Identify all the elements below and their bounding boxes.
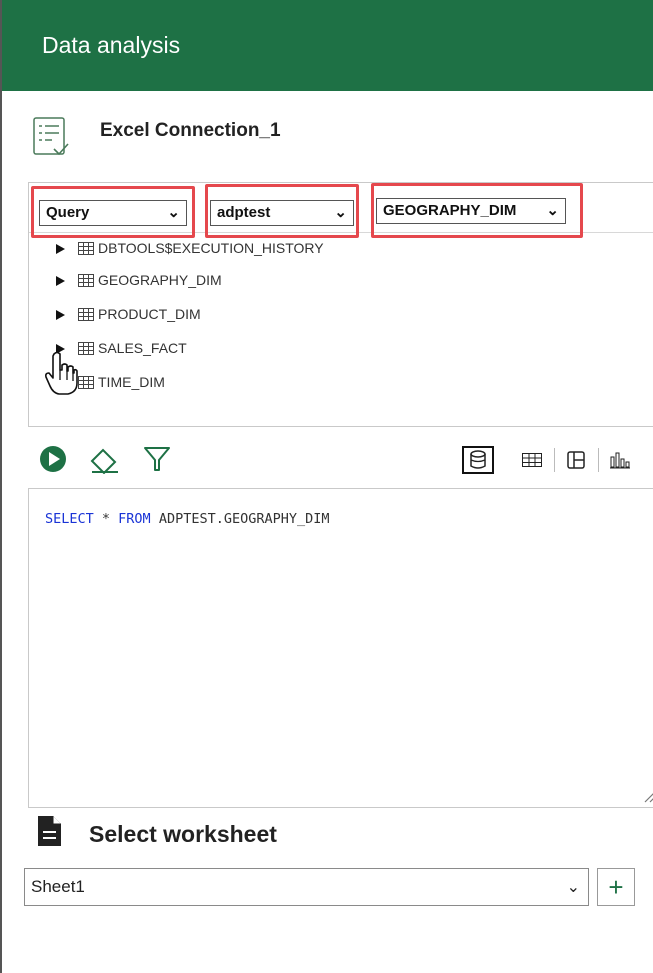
tree-item-label: DBTOOLS$EXECUTION_HISTORY [98,240,324,256]
chart-view-button[interactable] [604,446,636,474]
connection-header: Excel Connection_1 [30,112,630,162]
table-grid-icon [78,308,94,321]
worksheet-header: Select worksheet [36,815,596,855]
tree-item-label: GEOGRAPHY_DIM [98,272,222,288]
sql-token: ADPTEST.GEOGRAPHY_DIM [150,511,330,527]
eraser-icon[interactable] [88,444,120,474]
connection-list-icon [33,117,69,156]
expand-arrow-icon[interactable] [56,276,65,286]
sql-keyword: SELECT [45,511,94,527]
highlight-box-schema [205,184,359,238]
worksheet-title: Select worksheet [89,821,277,847]
sql-text: SELECT * FROM ADPTEST.GEOGRAPHY_DIM [45,511,330,527]
expand-arrow-icon[interactable] [56,310,65,320]
tree-item-label: TIME_DIM [98,374,165,390]
hand-cursor-icon [45,351,78,395]
sql-editor[interactable]: SELECT * FROM ADPTEST.GEOGRAPHY_DIM [28,488,653,808]
sql-token: * [93,511,119,527]
tree-item-label: PRODUCT_DIM [98,306,201,322]
divider [598,448,599,472]
filter-icon[interactable] [142,444,172,474]
database-view-button[interactable] [462,446,494,474]
table-grid-icon [78,242,94,255]
sql-keyword: FROM [118,511,151,527]
database-view-icon [470,450,486,469]
query-toolbar [28,440,653,480]
highlight-box-table [371,183,583,238]
layout-view-button[interactable] [560,446,592,474]
table-view-icon [522,453,542,467]
document-icon [38,816,61,846]
chevron-down-icon: ⌄ [566,879,580,896]
table-grid-icon [78,274,94,287]
tree-item-label: SALES_FACT [98,340,187,356]
resize-handle-icon[interactable] [643,789,653,803]
highlight-box-mode [31,186,195,238]
layout-view-icon [567,451,585,469]
table-view-button[interactable] [516,446,548,474]
pane-title: Data analysis [42,32,181,58]
pane-header: Data analysis [0,0,653,91]
divider [554,448,555,472]
worksheet-select-value: Sheet1 [31,877,85,896]
expand-arrow-icon[interactable] [56,244,65,254]
play-icon[interactable] [38,444,68,474]
add-worksheet-button[interactable]: + [597,868,635,906]
table-grid-icon [78,376,94,389]
connection-title: Excel Connection_1 [100,120,281,141]
table-grid-icon [78,342,94,355]
worksheet-select[interactable]: Sheet1 ⌄ [24,868,589,906]
chart-view-icon [610,452,630,469]
